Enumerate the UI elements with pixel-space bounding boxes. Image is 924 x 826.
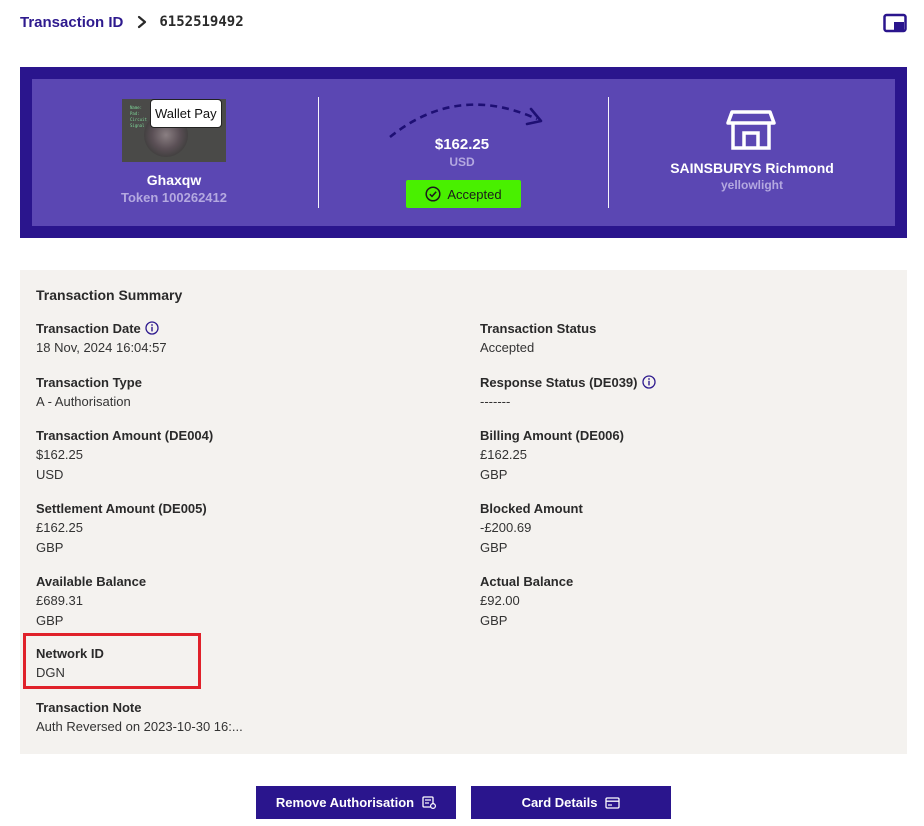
field-label: Network ID [36, 645, 104, 661]
check-circle-icon [425, 186, 441, 202]
field-value-currency: GBP [480, 613, 508, 628]
card-details-button[interactable]: Card Details [471, 786, 671, 819]
field-label: Transaction Type [36, 374, 142, 390]
field-value: £162.25 [480, 447, 527, 462]
field-value-currency: GBP [480, 540, 508, 555]
store-icon [726, 110, 776, 150]
breadcrumb: Transaction ID 6152519492 [20, 12, 244, 32]
field-network-id: Network ID DGN [36, 643, 436, 683]
divider [608, 97, 609, 208]
field-value-currency: GBP [480, 467, 508, 482]
remove-authorisation-button[interactable]: Remove Authorisation [256, 786, 456, 819]
info-icon[interactable] [641, 375, 656, 389]
field-response-status: Response Status (DE039) ------- [480, 372, 880, 412]
field-value: ------- [480, 394, 511, 409]
field-label: Actual Balance [480, 573, 574, 589]
field-label: Available Balance [36, 573, 147, 589]
field-label: Response Status (DE039) [480, 374, 638, 390]
card-icon [605, 796, 621, 809]
field-actual-balance: Actual Balance £92.00 GBP [480, 571, 880, 631]
field-label: Transaction Amount (DE004) [36, 427, 214, 443]
cardholder-name: Ghaxqw [146, 172, 202, 188]
panel-icon[interactable] [883, 13, 907, 33]
field-transaction-date: Transaction Date 18 Nov, 2024 16:04:57 [36, 318, 436, 358]
merchant-name: SAINSBURYS Richmond [670, 160, 834, 176]
info-icon[interactable] [145, 321, 159, 335]
button-label: Card Details [521, 795, 598, 810]
field-value: $162.25 [36, 447, 83, 462]
field-value-currency: GBP [36, 613, 64, 628]
wallet-pay-badge: Wallet Pay [150, 99, 222, 128]
transaction-summary: Transaction Summary Transaction Date 18 … [20, 270, 907, 754]
field-transaction-note: Transaction Note Auth Reversed on 2023-1… [36, 697, 436, 737]
transaction-currency: USD [449, 155, 475, 169]
merchant-sub: yellowlight [720, 178, 783, 192]
field-available-balance: Available Balance £689.31 GBP [36, 571, 436, 631]
hero-inner: Name: Pad: Circuit Signal Wallet Pay Ghaxqw… [32, 79, 895, 226]
chevron-right-icon [137, 15, 147, 29]
transaction-id: 6152519492 [159, 14, 244, 30]
field-transaction-status: Transaction Status Accepted [480, 318, 880, 358]
field-label: Settlement Amount (DE005) [36, 500, 207, 516]
divider [318, 97, 319, 208]
field-value: -£200.69 [480, 520, 532, 535]
field-label: Transaction Note [36, 699, 142, 715]
breadcrumb-transaction-link[interactable]: Transaction ID [20, 14, 123, 31]
field-label: Transaction Date [36, 320, 141, 336]
field-value: DGN [36, 665, 65, 680]
field-value-currency: GBP [36, 540, 64, 555]
receipt-icon [422, 796, 437, 809]
field-label: Billing Amount (DE006) [480, 427, 624, 443]
field-settlement-amount: Settlement Amount (DE005) £162.25 GBP [36, 498, 436, 558]
transaction-amount: $162.25 [434, 136, 490, 153]
summary-title: Transaction Summary [36, 287, 183, 303]
token-number: Token 100262412 [121, 190, 227, 205]
field-value: 18 Nov, 2024 16:04:57 [36, 340, 167, 355]
field-value: £162.25 [36, 520, 83, 535]
field-billing-amount: Billing Amount (DE006) £162.25 GBP [480, 425, 880, 485]
field-transaction-type: Transaction Type A - Authorisation [36, 372, 436, 412]
field-value: A - Authorisation [36, 394, 131, 409]
field-label: Blocked Amount [480, 500, 583, 516]
field-value-currency: USD [36, 467, 64, 482]
field-value: £689.31 [36, 593, 83, 608]
status-badge: Accepted [406, 180, 521, 208]
transaction-hero: Name: Pad: Circuit Signal Wallet Pay Ghaxqw… [20, 67, 907, 238]
field-value: Auth Reversed on 2023-10-30 16:... [36, 719, 243, 734]
status-label: Accepted [447, 186, 502, 202]
button-label: Remove Authorisation [275, 795, 415, 810]
field-value: Accepted [480, 340, 535, 355]
field-blocked-amount: Blocked Amount -£200.69 GBP [480, 498, 880, 558]
field-label: Transaction Status [480, 320, 597, 336]
field-value: £92.00 [480, 593, 520, 608]
field-transaction-amount: Transaction Amount (DE004) $162.25 USD [36, 425, 436, 485]
